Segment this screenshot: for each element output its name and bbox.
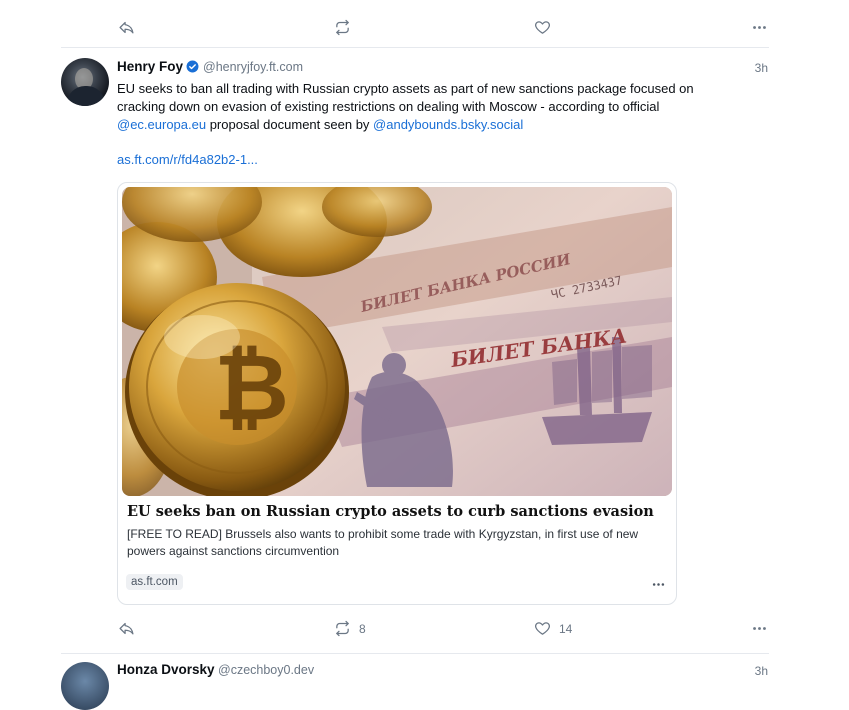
card-title[interactable]: EU seeks ban on Russian crypto assets to…: [127, 503, 654, 520]
article-link[interactable]: as.ft.com/r/fd4a82b2-1...: [117, 152, 258, 167]
reply-icon: [118, 620, 135, 637]
heart-icon: [534, 620, 551, 637]
card-image: БИЛЕТ БАНКА БИЛЕТ БАНКА РОССИИ ЧС 273343…: [122, 187, 672, 496]
post-time[interactable]: 3h: [755, 61, 768, 75]
like-button[interactable]: 14: [534, 620, 572, 637]
author-handle[interactable]: @henryjfoy.ft.com: [203, 60, 303, 74]
reply-button[interactable]: [118, 620, 143, 637]
prev-repost-button[interactable]: [334, 19, 359, 36]
avatar[interactable]: [61, 58, 109, 106]
like-count: 14: [559, 621, 573, 636]
author-name[interactable]: Henry Foy: [117, 59, 183, 74]
author-handle[interactable]: @czechboy0.dev: [218, 663, 314, 677]
post-time[interactable]: 3h: [755, 664, 768, 678]
author-name[interactable]: Honza Dvorsky: [117, 662, 215, 677]
avatar[interactable]: [61, 662, 109, 710]
repost-button[interactable]: 8: [334, 620, 366, 637]
repost-count: 8: [359, 621, 366, 636]
prev-like-button[interactable]: [534, 19, 559, 36]
link-card[interactable]: БИЛЕТ БАНКА БИЛЕТ БАНКА РОССИИ ЧС 273343…: [117, 182, 677, 605]
prev-reply-button[interactable]: [118, 19, 143, 36]
mention-link[interactable]: @andybounds.bsky.social: [373, 117, 523, 132]
more-button[interactable]: [751, 620, 768, 637]
card-domain: as.ft.com: [126, 574, 183, 590]
repost-icon: [334, 19, 351, 36]
heart-icon: [534, 19, 551, 36]
prev-more-button[interactable]: [751, 19, 768, 36]
more-icon: [751, 19, 768, 36]
post-divider: [61, 47, 769, 48]
reply-icon: [118, 19, 135, 36]
post-text: EU seeks to ban all trading with Russian…: [117, 81, 694, 132]
more-icon: [751, 620, 768, 637]
card-description: [FREE TO READ] Brussels also wants to pr…: [127, 527, 639, 558]
more-icon[interactable]: [651, 577, 666, 597]
repost-icon: [334, 620, 351, 637]
post-divider: [61, 653, 769, 654]
verified-badge-icon: [186, 60, 199, 73]
mention-link[interactable]: @ec.europa.eu: [117, 117, 206, 132]
